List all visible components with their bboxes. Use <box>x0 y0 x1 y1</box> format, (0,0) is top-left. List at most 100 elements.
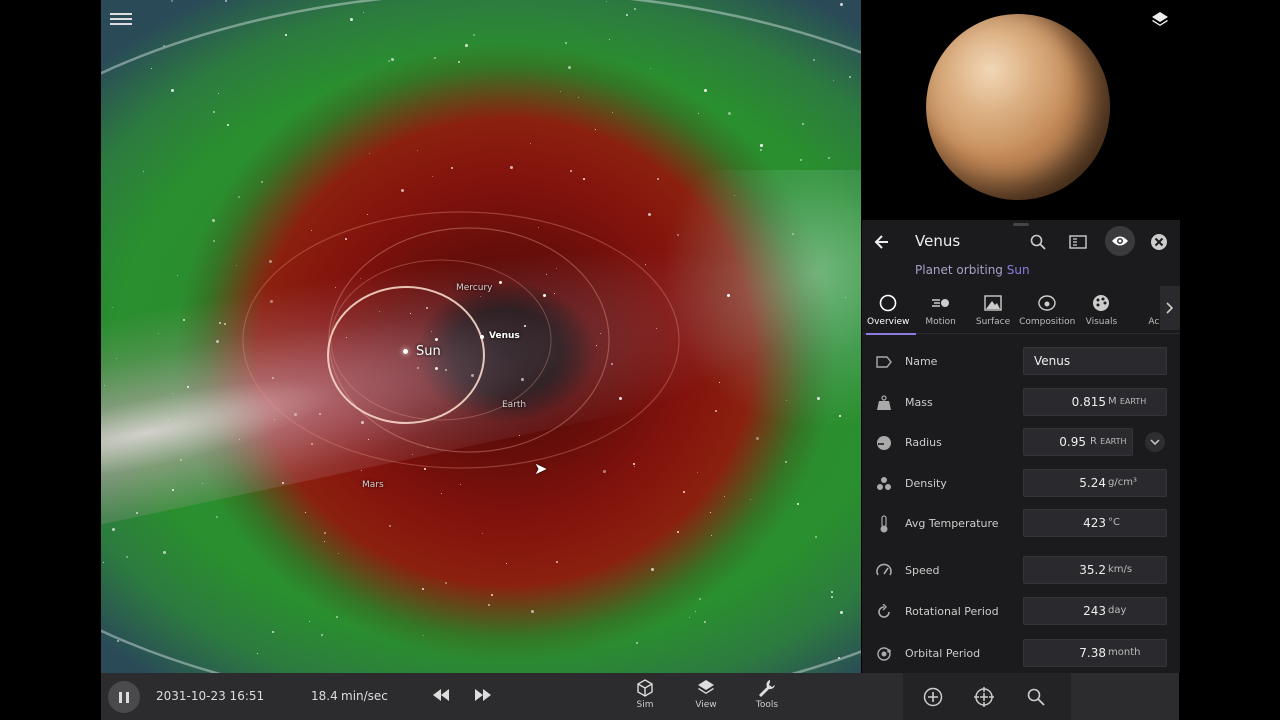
close-icon[interactable] <box>1148 231 1170 253</box>
parent-body-link[interactable]: Sun <box>1007 263 1030 277</box>
mouse-cursor-icon: ➤ <box>534 459 548 478</box>
rotational-period-unit: day <box>1108 605 1127 616</box>
rewind-icon[interactable] <box>431 687 451 705</box>
search-icon[interactable] <box>1024 685 1048 709</box>
avg-temperature-value: 423 <box>1083 516 1106 530</box>
layers-view-icon <box>698 680 714 694</box>
tab-overview[interactable]: Overview <box>862 290 917 335</box>
chevron-down-icon[interactable] <box>1145 432 1165 452</box>
property-row-density: Density 5.24 g/cm³ <box>862 469 1180 499</box>
info-card-icon[interactable] <box>1067 231 1089 253</box>
target-icon[interactable] <box>972 685 996 709</box>
mars-orbit[interactable] <box>242 211 680 469</box>
time-rate-unit: min/sec <box>341 689 388 703</box>
app-window: Sun Mercury Venus Earth Mars ➤ Venus Pla… <box>0 0 1280 720</box>
search-icon[interactable] <box>1027 231 1049 253</box>
radius-field[interactable]: 0.95 R EARTH <box>1023 428 1133 456</box>
radius-icon <box>875 434 893 452</box>
chevron-right-icon[interactable] <box>1160 286 1180 330</box>
venus-marker[interactable] <box>480 335 484 339</box>
property-label: Name <box>905 355 938 368</box>
planet-image[interactable] <box>926 14 1110 200</box>
tab-visuals[interactable]: Visuals <box>1075 290 1127 334</box>
radius-unit-main: R <box>1090 436 1097 447</box>
bottom-toolbar: 2031-10-23 16:51 18.4 min/sec Sim View T… <box>101 673 1179 720</box>
property-label: Mass <box>905 396 933 409</box>
fast-forward-icon[interactable] <box>473 687 493 705</box>
rotation-icon <box>875 603 893 621</box>
speed-value: 35.2 <box>1079 563 1106 577</box>
eye-icon[interactable] <box>1105 226 1135 256</box>
surface-icon <box>984 293 1002 313</box>
mars-label[interactable]: Mars <box>362 480 384 490</box>
earth-label[interactable]: Earth <box>502 400 526 410</box>
layers-icon[interactable] <box>1150 10 1170 30</box>
density-icon <box>875 475 893 493</box>
panel-tabs: Overview Motion Surface Composition Visu… <box>862 290 1180 335</box>
venus-orbit[interactable] <box>327 286 485 424</box>
tools-label: Tools <box>755 700 779 710</box>
orbital-period-field[interactable]: 7.38 month <box>1023 639 1167 667</box>
rotational-period-field[interactable]: 243 day <box>1023 597 1167 625</box>
property-row-name: Name Venus <box>862 347 1180 377</box>
venus-label[interactable]: Venus <box>489 331 520 341</box>
sim-label: Sim <box>636 700 654 710</box>
simulation-viewport[interactable]: Sun Mercury Venus Earth Mars ➤ <box>101 0 861 673</box>
object-info-panel: Venus Planet orbiting Sun Overview Motio… <box>862 220 1180 673</box>
composition-icon <box>1038 293 1056 313</box>
property-label: Density <box>905 477 947 490</box>
tab-label: Overview <box>867 317 910 327</box>
property-row-orbital-period: Orbital Period 7.38 month <box>862 639 1180 669</box>
object-title: Venus <box>915 232 961 250</box>
sun-marker[interactable] <box>403 349 408 354</box>
panel-header: Venus Planet orbiting Sun <box>862 220 1180 300</box>
rotational-period-value: 243 <box>1083 604 1106 618</box>
tab-label: Visuals <box>1085 317 1118 327</box>
avg-temperature-unit: °C <box>1108 517 1120 528</box>
tab-surface[interactable]: Surface <box>967 290 1019 334</box>
back-arrow-icon[interactable] <box>872 232 892 252</box>
property-label: Orbital Period <box>905 647 981 660</box>
orbital-period-value: 7.38 <box>1079 646 1106 660</box>
tab-label: Surface <box>975 317 1011 327</box>
cube-icon <box>637 679 653 697</box>
sim-button[interactable]: Sim <box>625 679 665 719</box>
property-label: Radius <box>905 436 942 449</box>
time-rate-value[interactable]: 18.4 <box>311 689 338 703</box>
property-row-speed: Speed 35.2 km/s <box>862 556 1180 586</box>
weight-icon <box>875 394 893 412</box>
avg-temperature-field[interactable]: 423 °C <box>1023 509 1167 537</box>
hamburger-menu-icon[interactable] <box>110 10 132 30</box>
mercury-label[interactable]: Mercury <box>456 283 492 293</box>
density-value: 5.24 <box>1079 476 1106 490</box>
property-label: Speed <box>905 564 940 577</box>
tab-composition[interactable]: Composition <box>1019 290 1075 334</box>
subtitle-prefix: Planet orbiting <box>915 263 1003 277</box>
wrench-icon <box>759 680 775 697</box>
mass-field[interactable]: 0.815 M EARTH <box>1023 388 1167 416</box>
density-field[interactable]: 5.24 g/cm³ <box>1023 469 1167 497</box>
property-label: Rotational Period <box>905 605 999 618</box>
tools-button[interactable]: Tools <box>747 679 787 719</box>
earth-orbit[interactable] <box>328 227 610 453</box>
sun-label[interactable]: Sun <box>416 344 441 359</box>
motion-icon <box>931 293 951 313</box>
tab-label: Motion <box>925 317 956 327</box>
thermometer-icon <box>875 515 893 533</box>
orbital-period-unit: month <box>1108 647 1141 658</box>
orbit-icon <box>875 645 893 663</box>
tab-motion[interactable]: Motion <box>914 290 966 334</box>
mass-value: 0.815 <box>1071 395 1106 409</box>
planet-preview <box>862 0 1180 220</box>
view-label: View <box>695 700 717 710</box>
speedometer-icon <box>875 562 893 580</box>
add-icon[interactable] <box>921 685 945 709</box>
property-row-rotational-period: Rotational Period 243 day <box>862 597 1180 627</box>
speed-field[interactable]: 35.2 km/s <box>1023 556 1167 584</box>
view-button[interactable]: View <box>686 679 726 719</box>
sim-datetime[interactable]: 2031-10-23 16:51 <box>156 689 264 703</box>
radius-unit: R EARTH <box>1090 436 1127 447</box>
pause-icon[interactable] <box>108 681 140 713</box>
property-row-avg-temperature: Avg Temperature 423 °C <box>862 509 1180 539</box>
name-field[interactable]: Venus <box>1023 347 1167 375</box>
